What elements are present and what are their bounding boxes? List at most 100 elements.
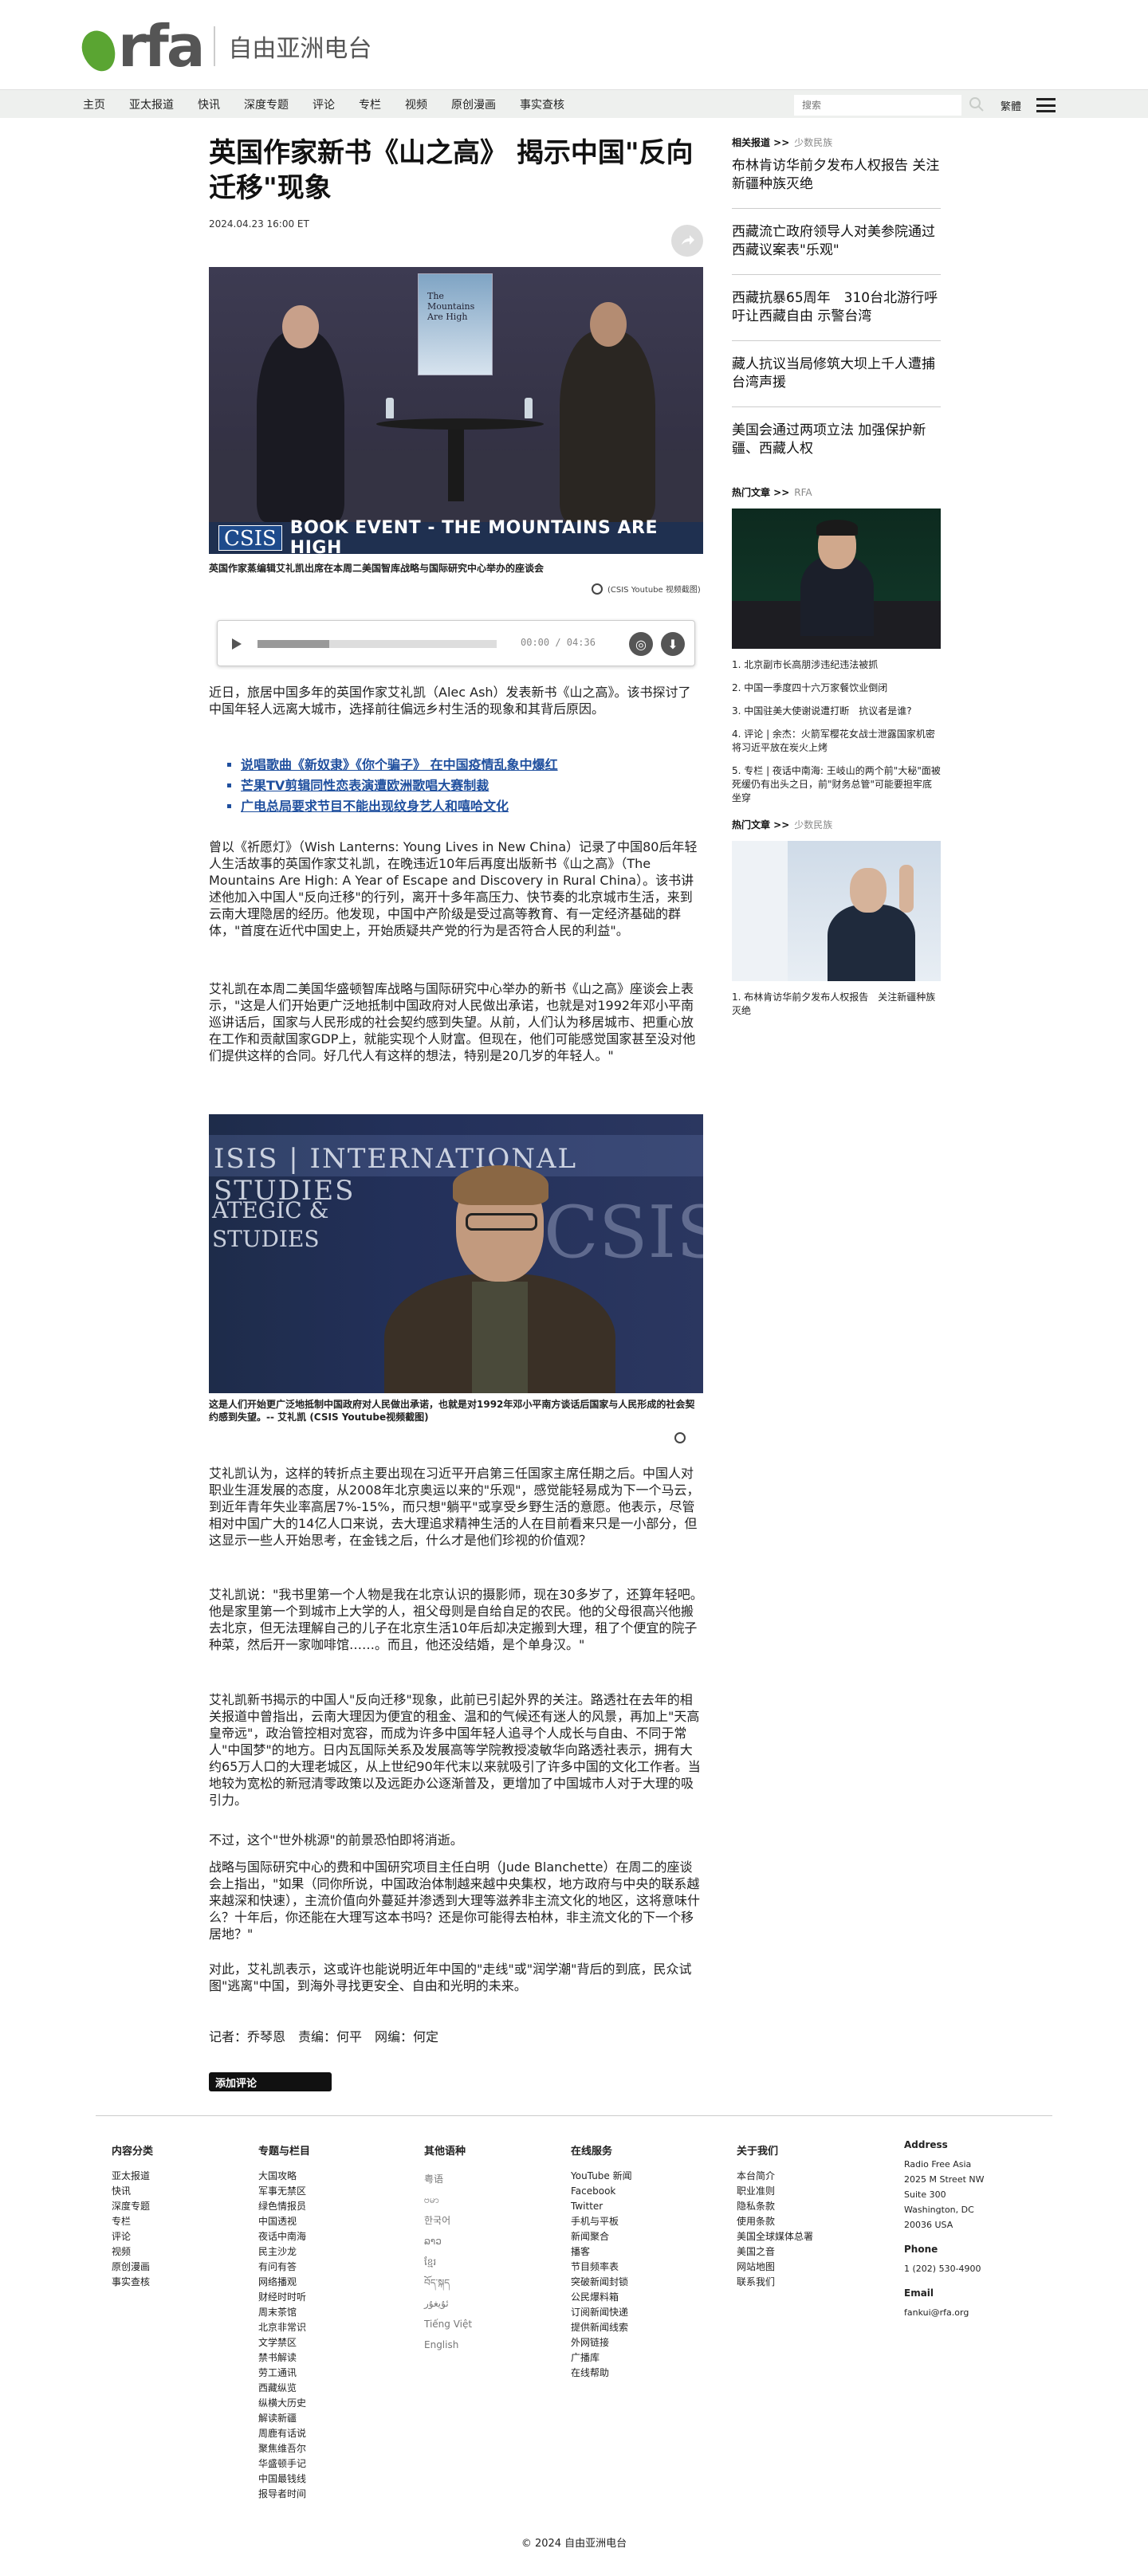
search-input[interactable] (794, 95, 961, 116)
hot-article-link[interactable]: 1. 北京副市长高朋涉违纪违法被抓 (732, 658, 941, 672)
share-icon[interactable] (671, 225, 703, 257)
footer-language-link[interactable]: ဗမာ (424, 2189, 472, 2210)
related-story[interactable]: 布林肯访华前夕发布人权报告 关注新疆种族灭绝 (732, 149, 941, 209)
related-link[interactable]: 说唱歌曲《新奴隶》《你个骗子》 在中国疫情乱象中爆红 (241, 756, 703, 775)
footer-link[interactable]: 周鹿有话说 (258, 2426, 310, 2441)
hot-article-link[interactable]: 3. 中国驻美大使谢说遭打断 抗议者是谁? (732, 705, 941, 718)
nav-item-commentary[interactable]: 评论 (313, 96, 335, 112)
footer-link[interactable]: 财经时时听 (258, 2290, 310, 2305)
footer-link[interactable]: 北京非常识 (258, 2320, 310, 2335)
footer-language-link[interactable]: 한국어 (424, 2210, 472, 2231)
nav-item-asia-pacific[interactable]: 亚太报道 (129, 96, 174, 112)
footer-link[interactable]: 视频 (112, 2244, 153, 2260)
footer-link[interactable]: 提供新闻线索 (571, 2320, 632, 2335)
hot-article-link[interactable]: 4. 评论 | 余杰：火箭军樱花女战士泄露国家机密 将习近平放在炭火上烤 (732, 728, 941, 755)
footer-link[interactable]: 在线帮助 (571, 2366, 632, 2381)
footer-link[interactable]: 中国透视 (258, 2214, 310, 2229)
footer-language-link[interactable]: ئۇيغۇر (424, 2293, 472, 2314)
nav-item-cartoons[interactable]: 原创漫画 (451, 96, 496, 112)
footer-link[interactable]: 中国最钱线 (258, 2472, 310, 2487)
footer-link[interactable]: 文学禁区 (258, 2335, 310, 2350)
footer-link[interactable]: 绿色情报员 (258, 2199, 310, 2214)
footer-link[interactable]: 聚焦维吾尔 (258, 2441, 310, 2456)
footer-link[interactable]: 禁书解读 (258, 2350, 310, 2366)
nav-item-video[interactable]: 视频 (405, 96, 427, 112)
search-icon[interactable] (969, 96, 985, 112)
footer-link[interactable]: 夜话中南海 (258, 2229, 310, 2244)
footer-language-link[interactable]: 粤语 (424, 2169, 472, 2189)
zoom-icon[interactable] (674, 1432, 686, 1443)
footer-link[interactable]: 华盛顿手记 (258, 2456, 310, 2472)
hamburger-menu-icon[interactable] (1036, 98, 1056, 112)
footer-link[interactable]: 评论 (112, 2229, 153, 2244)
footer-link[interactable]: 亚太报道 (112, 2169, 153, 2184)
footer-link[interactable]: 突破新闻封锁 (571, 2275, 632, 2290)
related-story[interactable]: 西藏流亡政府领导人对美参院通过西藏议案表"乐观" (732, 209, 941, 275)
footer-link[interactable]: 公民爆料箱 (571, 2290, 632, 2305)
podcast-icon[interactable]: ◎ (629, 632, 653, 656)
footer-link[interactable]: Twitter (571, 2199, 632, 2214)
nav-item-in-depth[interactable]: 深度专题 (244, 96, 289, 112)
nav-item-news-flash[interactable]: 快讯 (198, 96, 220, 112)
footer-link[interactable]: 播客 (571, 2244, 632, 2260)
footer-link[interactable]: 美国全球媒体总署 (737, 2229, 813, 2244)
footer-link[interactable]: YouTube 新闻 (571, 2169, 632, 2184)
footer-link[interactable]: 报导者时间 (258, 2487, 310, 2502)
footer-link[interactable]: 周末茶馆 (258, 2305, 310, 2320)
footer-language-link[interactable]: Tiếng Việt (424, 2314, 472, 2334)
footer-link[interactable]: 隐私条款 (737, 2199, 813, 2214)
footer-link[interactable]: 职业准则 (737, 2184, 813, 2199)
footer-link[interactable]: 节目频率表 (571, 2260, 632, 2275)
speaker-photo[interactable]: ISIS | INTERNATIONAL STUDIES ATEGIC & ST… (209, 1114, 703, 1393)
footer-link[interactable]: 解读新疆 (258, 2411, 310, 2426)
footer-link[interactable]: 本台简介 (737, 2169, 813, 2184)
traditional-chinese-link[interactable]: 繁體 (1001, 98, 1021, 113)
hot-article-link[interactable]: 2. 中国一季度四十六万家餐饮业倒闭 (732, 681, 941, 695)
related-story[interactable]: 藏人抗议当局修筑大坝上千人遭捕 台湾声援 (732, 341, 949, 407)
play-icon[interactable] (232, 638, 242, 650)
footer-link[interactable]: 劳工通讯 (258, 2366, 310, 2381)
add-comment-button[interactable]: 添加评论 (209, 2072, 332, 2091)
footer-link[interactable]: 军事无禁区 (258, 2184, 310, 2199)
related-link[interactable]: 广电总局要求节目不能出现纹身艺人和嘻哈文化 (241, 797, 703, 816)
footer-link[interactable]: 联系我们 (737, 2275, 813, 2290)
download-icon[interactable]: ⬇ (661, 632, 685, 656)
footer-link[interactable]: 订阅新闻快递 (571, 2305, 632, 2320)
hot-heading-label[interactable]: 热门文章 >> (732, 819, 789, 831)
hot-article-link[interactable]: 5. 专栏 | 夜话中南海: 王岐山的两个前"大秘"面被死缓仍有出头之日，前"财… (732, 764, 941, 805)
hot-heading-label[interactable]: 热门文章 >> (732, 487, 789, 498)
footer-link[interactable]: 美国之音 (737, 2244, 813, 2260)
audio-progress-bar[interactable] (258, 640, 497, 648)
phone-number[interactable]: 1 (202) 530-4900 (904, 2261, 985, 2276)
zoom-icon[interactable] (592, 583, 603, 595)
footer-language-link[interactable]: བོད་སྐད (424, 2272, 472, 2293)
related-link[interactable]: 芒果TV剪辑同性恋表演遭欧洲歌唱大赛制裁 (241, 776, 703, 795)
hot-article-image[interactable] (732, 509, 941, 649)
footer-link[interactable]: 民主沙龙 (258, 2244, 310, 2260)
footer-link[interactable]: 深度专题 (112, 2199, 153, 2214)
footer-link[interactable]: 使用条款 (737, 2214, 813, 2229)
footer-link[interactable]: 网络播观 (258, 2275, 310, 2290)
related-story[interactable]: 西藏抗暴65周年 310台北游行呼吁让西藏自由 示警台湾 (732, 275, 941, 341)
nav-item-columns[interactable]: 专栏 (359, 96, 381, 112)
footer-language-link[interactable]: ລາວ (424, 2231, 472, 2252)
rfa-logo[interactable]: rfa 自由亚洲电台 (77, 18, 372, 77)
hot-article-link[interactable]: 1. 布林肯访华前夕发布人权报告 关注新疆种族灭绝 (732, 991, 941, 1018)
hero-image[interactable]: The Mountains Are High CSIS BOOK EVENT -… (209, 267, 703, 554)
footer-link[interactable]: 新闻聚合 (571, 2229, 632, 2244)
footer-link[interactable]: 广播库 (571, 2350, 632, 2366)
nav-item-home[interactable]: 主页 (83, 96, 105, 112)
hot-article-image[interactable] (732, 841, 941, 981)
footer-link[interactable]: 事实查核 (112, 2275, 153, 2290)
footer-link[interactable]: 大国攻略 (258, 2169, 310, 2184)
hero-caption-source[interactable]: (CSIS Youtube 视频截图) (592, 583, 701, 595)
footer-link[interactable]: 纵横大历史 (258, 2396, 310, 2411)
footer-link[interactable]: 手机与平板 (571, 2214, 632, 2229)
footer-language-link[interactable]: English (424, 2334, 472, 2355)
related-heading-label[interactable]: 相关报道 >> (732, 137, 789, 148)
email-address[interactable]: fankui@rfa.org (904, 2305, 985, 2320)
footer-language-link[interactable]: ខ្មែរ (424, 2252, 472, 2272)
footer-link[interactable]: 西藏纵览 (258, 2381, 310, 2396)
nav-item-fact-check[interactable]: 事实查核 (520, 96, 564, 112)
footer-link[interactable]: 有问有答 (258, 2260, 310, 2275)
